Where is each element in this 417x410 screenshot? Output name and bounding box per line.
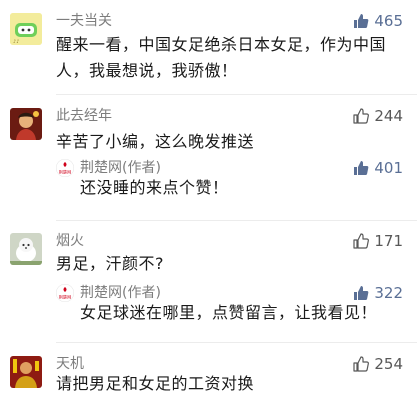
divider xyxy=(56,94,417,95)
comment-text-line: 辛苦了小编，这么晚发推送 xyxy=(56,132,255,151)
reply-text: 还没睡的来点个赞！ xyxy=(80,178,229,197)
author-avatar[interactable]: 荆楚网 xyxy=(56,159,74,177)
jingchu-logo-icon: 荆楚网 xyxy=(56,284,74,302)
comment-text: 辛苦了小编，这么晚发推送 xyxy=(56,129,399,155)
comment-text-line: 人，我最想说，我骄傲！ xyxy=(56,61,238,80)
comment-text: 请把男足和女足的工资对换 xyxy=(56,371,399,397)
like-count: 465 xyxy=(374,12,403,30)
thumbs-up-icon xyxy=(353,356,370,372)
svg-text:荆楚网: 荆楚网 xyxy=(59,169,72,176)
author-avatar[interactable]: 荆楚网 xyxy=(56,284,74,302)
thumbs-up-icon xyxy=(354,161,369,175)
like-button[interactable]: 171 xyxy=(353,232,403,250)
comment-text: 男足，汗颜不? xyxy=(56,251,399,277)
user-name[interactable]: 一夫当关 xyxy=(56,12,112,30)
svg-text:荆楚网: 荆楚网 xyxy=(59,294,72,301)
user-avatar[interactable] xyxy=(10,356,42,388)
like-count: 171 xyxy=(374,232,403,250)
user-name[interactable]: 烟火 xyxy=(56,232,84,250)
comment-text-line: 男足，汗颜不? xyxy=(56,254,164,273)
user-avatar[interactable]: ♪♪ xyxy=(10,13,42,45)
jingchu-logo-icon: 荆楚网 xyxy=(56,159,74,177)
user-avatar[interactable] xyxy=(10,233,42,265)
svg-text:♪♪: ♪♪ xyxy=(13,39,19,45)
thumbs-up-icon xyxy=(354,286,369,300)
like-button[interactable]: 244 xyxy=(353,107,403,125)
thumbs-up-icon xyxy=(353,233,370,249)
thumbs-up-icon xyxy=(353,108,370,124)
divider xyxy=(56,342,417,343)
user-avatar[interactable] xyxy=(10,108,42,140)
like-button[interactable]: 465 xyxy=(353,12,403,30)
like-count: 244 xyxy=(374,107,403,125)
reply-text: 女足球迷在哪里，点赞留言，让我看见！ xyxy=(80,303,378,322)
divider xyxy=(56,220,417,221)
comment-text-line: 请把男足和女足的工资对换 xyxy=(56,374,255,393)
thumbs-up-icon xyxy=(354,14,369,28)
comment-text: 醒来一看，中国女足绝杀日本女足，作为中国 人，我最想说，我骄傲！ xyxy=(56,32,399,84)
user-name[interactable]: 此去经年 xyxy=(56,107,112,125)
comment-list: ♪♪ 一夫当关 465 醒来一看，中国女足绝杀日本女足，作为中国 人，我最想说，… xyxy=(0,0,417,410)
comment-text-line: 醒来一看，中国女足绝杀日本女足，作为中国 xyxy=(56,35,387,54)
